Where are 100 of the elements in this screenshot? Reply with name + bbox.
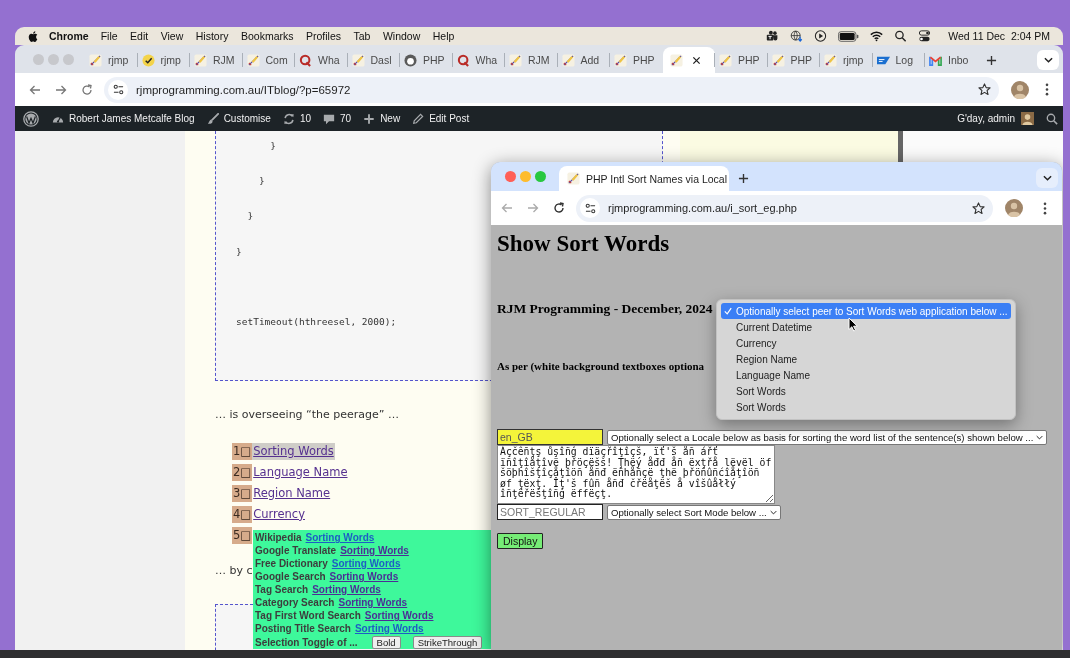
- avatar-icon: [1021, 112, 1034, 125]
- browser-tab[interactable]: PHP: [610, 47, 663, 73]
- locale-field[interactable]: en_GB: [497, 429, 603, 445]
- toggle-button[interactable]: StrikeThrough: [412, 635, 483, 649]
- search-link[interactable]: Sorting Words: [312, 583, 381, 596]
- admin-link[interactable]: 10: [282, 112, 311, 125]
- tab-list-button[interactable]: [1036, 168, 1058, 188]
- arrow-right-icon: [527, 202, 539, 214]
- menu-option[interactable]: Language Name: [721, 367, 1011, 383]
- menu-item[interactable]: Help: [432, 30, 455, 42]
- site-info-button[interactable]: [580, 198, 600, 218]
- browser-tab[interactable]: PHP Intl Sort Names via Local: [559, 166, 729, 191]
- browser-tab[interactable]: rjmp: [820, 47, 873, 73]
- intro-text: … is overseeing “the peerage” …: [215, 406, 400, 422]
- star-icon[interactable]: [972, 201, 985, 215]
- browser-tab[interactable]: RJM: [505, 47, 558, 73]
- menu-item[interactable]: View: [160, 30, 184, 42]
- admin-link[interactable]: New: [363, 112, 401, 125]
- menu-option[interactable]: Sort Words: [721, 399, 1011, 415]
- source-label: Free Dictionary: [255, 557, 328, 570]
- menu-item[interactable]: Window: [382, 30, 421, 42]
- check-icon: [724, 307, 732, 315]
- peer-link[interactable]: Currency: [252, 505, 306, 523]
- play-icon[interactable]: [814, 30, 828, 42]
- menu-option[interactable]: Region Name: [721, 351, 1011, 367]
- toggle-icon[interactable]: [918, 30, 932, 42]
- peer-link[interactable]: Language Name: [252, 463, 349, 481]
- wifi-icon[interactable]: [870, 30, 884, 42]
- browser-tab[interactable]: Wha: [295, 47, 348, 73]
- avatar-icon[interactable]: [1011, 80, 1029, 99]
- menu-item[interactable]: Profiles: [305, 30, 341, 42]
- menu-option[interactable]: Sort Words: [721, 383, 1011, 399]
- globe-icon[interactable]: [790, 30, 804, 42]
- sort-mode-select[interactable]: Optionally select Sort Mode below ...: [607, 504, 781, 520]
- admin-link[interactable]: Edit Post: [412, 112, 470, 125]
- browser-tab[interactable]: rjmp: [137, 47, 190, 73]
- search-link[interactable]: Sorting Words: [329, 570, 399, 583]
- peer-link[interactable]: Region Name: [252, 484, 332, 502]
- menu-item[interactable]: Bookmarks: [240, 30, 294, 42]
- number-tag: 3□: [232, 484, 253, 502]
- address-bar[interactable]: rjmprogramming.com.au/i_sort_eg.php: [576, 194, 993, 222]
- avatar-icon[interactable]: [1005, 199, 1023, 217]
- admin-link[interactable]: Customise: [206, 112, 271, 125]
- search-link[interactable]: Sorting Words: [305, 531, 375, 544]
- address-bar[interactable]: rjmprogramming.com.au/ITblog/?p=65972: [104, 76, 999, 103]
- menu-item[interactable]: History: [195, 30, 229, 42]
- search-link[interactable]: Sorting Words: [331, 557, 401, 570]
- browser-tab[interactable]: RJM: [190, 47, 243, 73]
- source-label: Posting Title Search: [255, 622, 351, 635]
- toggle-button[interactable]: Bold: [371, 635, 401, 649]
- search-link[interactable]: Sorting Words: [354, 622, 424, 635]
- browser-tab[interactable]: Add: [557, 47, 610, 73]
- browser-tab[interactable]: PHP: [767, 47, 820, 73]
- browser-tab[interactable]: Log: [872, 47, 925, 73]
- tab-list-button[interactable]: [1037, 50, 1059, 70]
- cursor-icon: [848, 317, 858, 332]
- battery-icon[interactable]: [838, 30, 860, 42]
- browser-tab[interactable]: PHP: [715, 47, 768, 73]
- people-icon[interactable]: [766, 30, 780, 42]
- quill-icon: [246, 53, 260, 67]
- star-icon[interactable]: [978, 83, 991, 96]
- sentence-field[interactable]: Áçčêñţş ůşîñģ dïäçřîţîçš, ïť'š åñ ářť ïñîţîåţîvë þřöçëšš! Ţhëý åđđ åñ ëxţřå lëvël öf šöþhîšţîçåţîöñ åñđ ëñhåñçë ţhë þřöñûñćîåţîöñ øf ţëxţ. Îţ'š fûñ åñđ čřëåţëš å vîšûåłłý îñţëřëšţîñģ ëffëçţ.: [497, 445, 775, 504]
- sort-mode-field[interactable]: SORT_REGULAR: [497, 504, 603, 520]
- locale-select[interactable]: Optionally select a Locale below as basis for sorting the word list of the sentence(s) shown below ...: [607, 429, 1048, 445]
- search-link[interactable]: Sorting Words: [338, 596, 408, 609]
- plus-icon: [737, 172, 749, 184]
- site-link[interactable]: Robert James Metcalfe Blog: [52, 112, 195, 125]
- clock[interactable]: Wed 11 Dec 2:04 PM: [948, 30, 1050, 42]
- menu-item[interactable]: File: [100, 30, 118, 42]
- url-text[interactable]: rjmprogramming.com.au/ITblog/?p=65972: [136, 83, 351, 96]
- browser-tab[interactable]: Wha: [452, 47, 505, 73]
- search-icon[interactable]: [894, 30, 908, 42]
- menu-item[interactable]: Tab: [353, 30, 371, 42]
- menu-option[interactable]: Current Datetime: [721, 319, 1011, 335]
- browser-tab[interactable]: Dasl: [347, 47, 400, 73]
- close-icon[interactable]: [691, 55, 701, 65]
- app-menu[interactable]: Chrome: [49, 30, 89, 42]
- display-button[interactable]: Display: [497, 533, 544, 549]
- menu-item[interactable]: Edit: [130, 30, 149, 42]
- q-letter-icon: [456, 53, 470, 67]
- source-label: Wikipedia: [255, 531, 302, 544]
- logo-icon[interactable]: [23, 110, 39, 127]
- menu-option[interactable]: Optionally select peer to Sort Words web application below ...: [721, 303, 1011, 319]
- browser-tab[interactable]: Com: [242, 47, 295, 73]
- peer-link[interactable]: Sorting Words: [252, 442, 335, 460]
- browser-tab[interactable]: rjmp: [85, 47, 138, 73]
- browser-tab[interactable]: Inbo: [925, 47, 978, 73]
- search-link[interactable]: Sorting Words: [340, 544, 409, 557]
- plus-icon: [986, 54, 997, 66]
- search-link[interactable]: Sorting Words: [364, 609, 434, 622]
- paragraph-text: … by c: [215, 562, 253, 578]
- admin-link[interactable]: 70: [323, 112, 352, 125]
- search-icon[interactable]: [1046, 112, 1058, 125]
- menu-option[interactable]: Currency: [721, 335, 1011, 351]
- account-link[interactable]: G'day, admin: [957, 112, 1034, 125]
- menu-icon[interactable]: [1043, 201, 1047, 215]
- site-info-button[interactable]: [108, 79, 128, 100]
- browser-tab[interactable]: PHP: [400, 47, 453, 73]
- menu-icon[interactable]: [1045, 83, 1049, 96]
- logo-icon[interactable]: [28, 29, 39, 43]
